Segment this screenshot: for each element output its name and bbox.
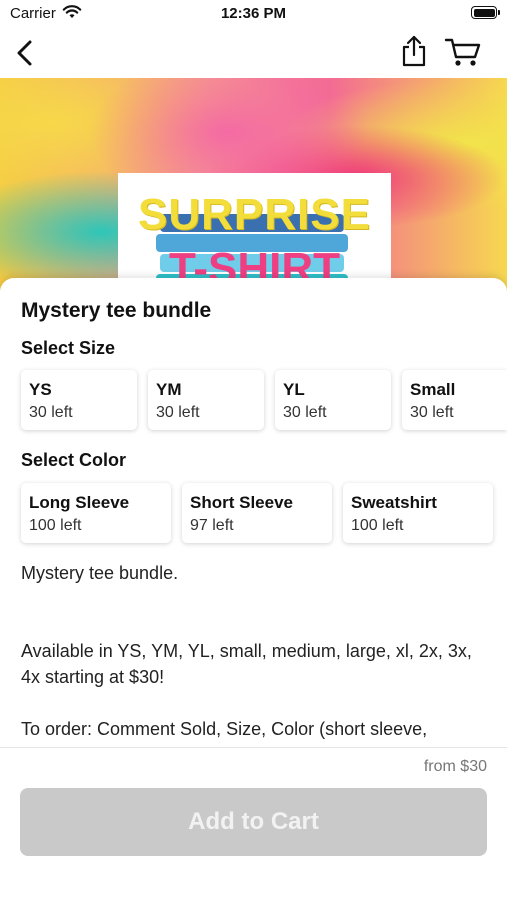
back-chevron-icon[interactable] <box>12 38 40 68</box>
size-option-small[interactable]: Small 30 left <box>402 370 507 430</box>
share-icon[interactable] <box>398 34 430 68</box>
footer-divider <box>0 747 507 748</box>
color-option-stock: 100 left <box>351 517 404 534</box>
description-paragraph: Available in YS, YM, YL, small, medium, … <box>21 641 472 687</box>
size-option-yl[interactable]: YL 30 left <box>275 370 391 430</box>
color-heading: Select Color <box>21 450 127 470</box>
size-heading: Select Size <box>21 338 116 358</box>
color-option-label: Sweatshirt <box>351 493 437 512</box>
status-bar: Carrier 12:36 PM <box>0 0 507 28</box>
size-option-label: YL <box>283 380 305 399</box>
hero-headline: SURPRISE <box>138 190 371 239</box>
size-option-ym[interactable]: YM 30 left <box>148 370 264 430</box>
color-option-label: Long Sleeve <box>29 493 130 512</box>
size-option-label: YS <box>29 380 52 399</box>
product-title: Mystery tee bundle <box>21 299 212 322</box>
size-option-ys[interactable]: YS 30 left <box>21 370 137 430</box>
color-option-stock: 97 left <box>190 517 234 534</box>
size-option-label: YM <box>156 380 182 399</box>
color-option-short-sleeve[interactable]: Short Sleeve 97 left <box>182 483 332 543</box>
product-sheet: Mystery tee bundle Select Size YS 30 lef… <box>0 278 507 900</box>
description-fade <box>0 740 507 758</box>
nav-bar <box>0 28 507 78</box>
description-paragraph: Mystery tee bundle. <box>21 563 179 583</box>
size-option-stock: 30 left <box>156 404 200 421</box>
color-option-long-sleeve[interactable]: Long Sleeve 100 left <box>21 483 171 543</box>
size-option-label: Small <box>410 380 456 399</box>
size-option-stock: 30 left <box>410 404 454 421</box>
cart-icon[interactable] <box>444 36 482 68</box>
size-option-stock: 30 left <box>29 404 73 421</box>
product-hero-image: SURPRISE T-SHIRT <box>0 78 507 298</box>
color-option-stock: 100 left <box>29 517 82 534</box>
description-paragraph: To order: Comment Sold, Size, Color (sho… <box>21 719 428 739</box>
product-description: Mystery tee bundle. Available in YS, YM,… <box>21 560 487 742</box>
price-label: from $30 <box>423 758 487 775</box>
battery-icon <box>471 6 500 19</box>
add-to-cart-button[interactable]: Add to Cart <box>20 788 487 856</box>
status-time: 12:36 PM <box>220 5 287 22</box>
color-option-sweatshirt[interactable]: Sweatshirt 100 left <box>343 483 493 543</box>
color-option-label: Short Sleeve <box>190 493 293 512</box>
size-option-stock: 30 left <box>283 404 327 421</box>
